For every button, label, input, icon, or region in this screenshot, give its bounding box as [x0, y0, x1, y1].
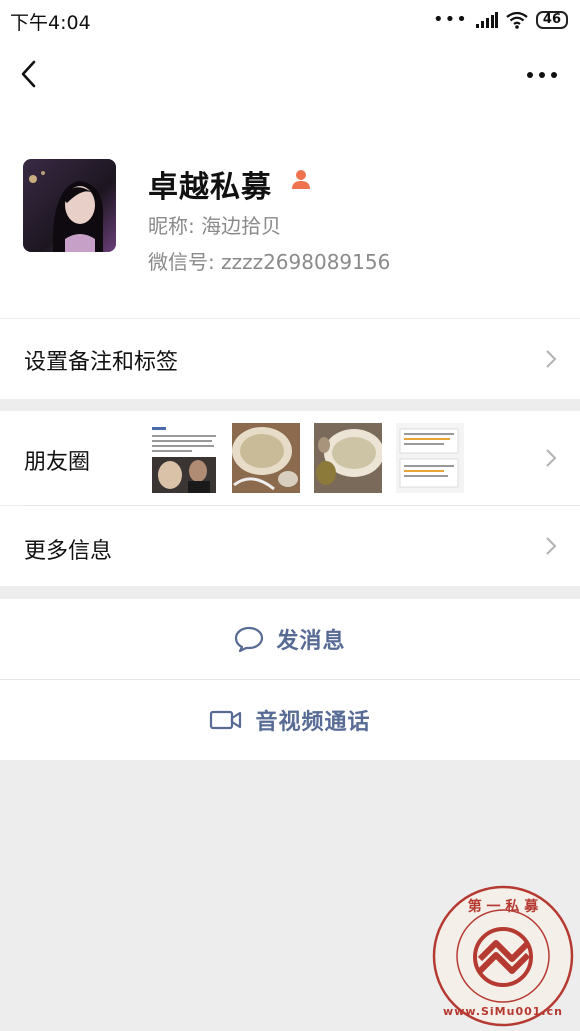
wifi-icon [506, 11, 528, 29]
profile-header: 卓越私募 昵称: 海边拾贝 微信号: zzzz2698089156 [0, 110, 580, 318]
chevron-right-icon [546, 537, 557, 555]
send-message-button[interactable]: 发消息 [0, 599, 580, 679]
set-remark-tags-cell[interactable]: 设置备注和标签 [0, 319, 580, 399]
avatar[interactable] [23, 159, 116, 252]
video-call-label: 音视频通话 [255, 710, 371, 735]
moments-cell[interactable]: 朋友圈 [0, 411, 580, 505]
moments-thumbnail-1 [150, 423, 218, 493]
battery-indicator: 46 [535, 11, 568, 29]
status-icons: ••• 46 [433, 8, 568, 32]
moments-thumbnail-3 [314, 423, 382, 493]
more-dots-icon[interactable] [522, 60, 562, 90]
watermark-text-top: 第 一 私 募 [468, 898, 540, 915]
moments-thumbnail-4 [396, 423, 464, 493]
moments-label: 朋友圈 [24, 450, 91, 475]
nav-bar [0, 40, 580, 110]
watermark-logo: 第 一 私 募 www.SiMu001.cn [432, 885, 574, 1027]
moments-thumbnail-2 [232, 423, 300, 493]
nickname: 昵称: 海边拾贝 [148, 214, 282, 238]
moments-thumbnails [150, 423, 464, 493]
status-bar: 下午4:04 ••• 46 [0, 0, 580, 40]
watermark-text-bottom: www.SiMu001.cn [443, 1005, 563, 1018]
video-camera-icon [210, 710, 242, 730]
set-remark-tags-label: 设置备注和标签 [24, 350, 179, 375]
video-call-button[interactable]: 音视频通话 [0, 680, 580, 760]
chat-bubble-icon [235, 626, 264, 653]
more-info-cell[interactable]: 更多信息 [0, 506, 580, 586]
notification-dots-icon: ••• [433, 9, 468, 30]
status-time: 下午4:04 [10, 12, 91, 34]
send-message-label: 发消息 [276, 629, 346, 654]
more-info-label: 更多信息 [24, 539, 113, 564]
chevron-right-icon [546, 449, 557, 467]
back-arrow-icon[interactable] [12, 54, 52, 94]
signal-icon [475, 12, 498, 28]
profile-name: 卓越私募 [148, 170, 272, 205]
wechat-id: 微信号: zzzz2698089156 [148, 250, 391, 274]
chevron-right-icon [546, 350, 557, 368]
person-badge-icon [292, 170, 310, 189]
